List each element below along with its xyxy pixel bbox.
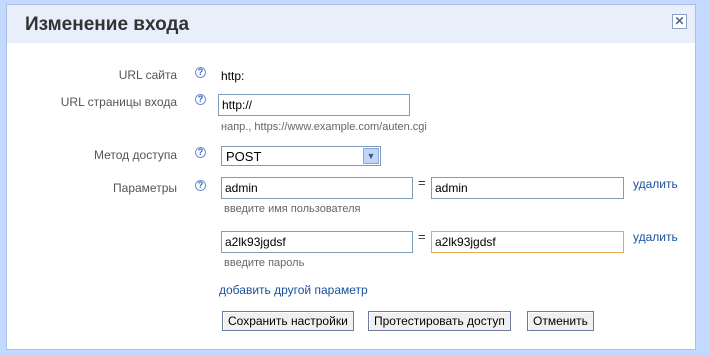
access-method-select[interactable]: POST ▼: [221, 146, 381, 166]
parameter-value-input[interactable]: [431, 231, 624, 253]
parameters-label: Параметры: [113, 181, 177, 195]
parameter-value-input[interactable]: [431, 177, 624, 199]
chevron-down-icon[interactable]: ▼: [363, 148, 379, 164]
parameter-name-input[interactable]: [221, 177, 413, 199]
username-hint: введите имя пользователя: [224, 203, 361, 215]
remove-parameter-link[interactable]: удалить: [633, 230, 678, 244]
login-page-url-label: URL страницы входа: [60, 95, 177, 109]
access-method-label: Метод доступа: [94, 148, 177, 162]
cancel-button[interactable]: Отменить: [527, 311, 594, 331]
save-settings-button[interactable]: Сохранить настройки: [222, 311, 354, 331]
password-hint: введите пароль: [224, 257, 305, 269]
test-access-button[interactable]: Протестировать доступ: [368, 311, 511, 331]
dialog-titlebar: Изменение входа ✕: [7, 5, 695, 43]
equals-sign: =: [418, 229, 426, 244]
edit-login-dialog: Изменение входа ✕ URL сайта ? http: URL …: [6, 4, 696, 350]
login-page-url-input[interactable]: [218, 94, 410, 116]
login-page-url-help-icon[interactable]: ?: [195, 94, 206, 105]
parameter-name-input[interactable]: [221, 231, 413, 253]
access-method-help-icon[interactable]: ?: [195, 147, 206, 158]
add-parameter-link[interactable]: добавить другой параметр: [219, 283, 368, 297]
access-method-selected: POST: [226, 149, 262, 164]
remove-parameter-link[interactable]: удалить: [633, 177, 678, 191]
login-page-url-hint: напр., https://www.example.com/auten.cgi: [221, 121, 427, 133]
site-url-help-icon[interactable]: ?: [195, 67, 206, 78]
dialog-title: Изменение входа: [25, 14, 190, 35]
parameters-help-icon[interactable]: ?: [195, 180, 206, 191]
site-url-value: http:: [221, 69, 245, 83]
site-url-label: URL сайта: [118, 68, 177, 82]
close-icon[interactable]: ✕: [672, 14, 687, 29]
equals-sign: =: [418, 175, 426, 190]
